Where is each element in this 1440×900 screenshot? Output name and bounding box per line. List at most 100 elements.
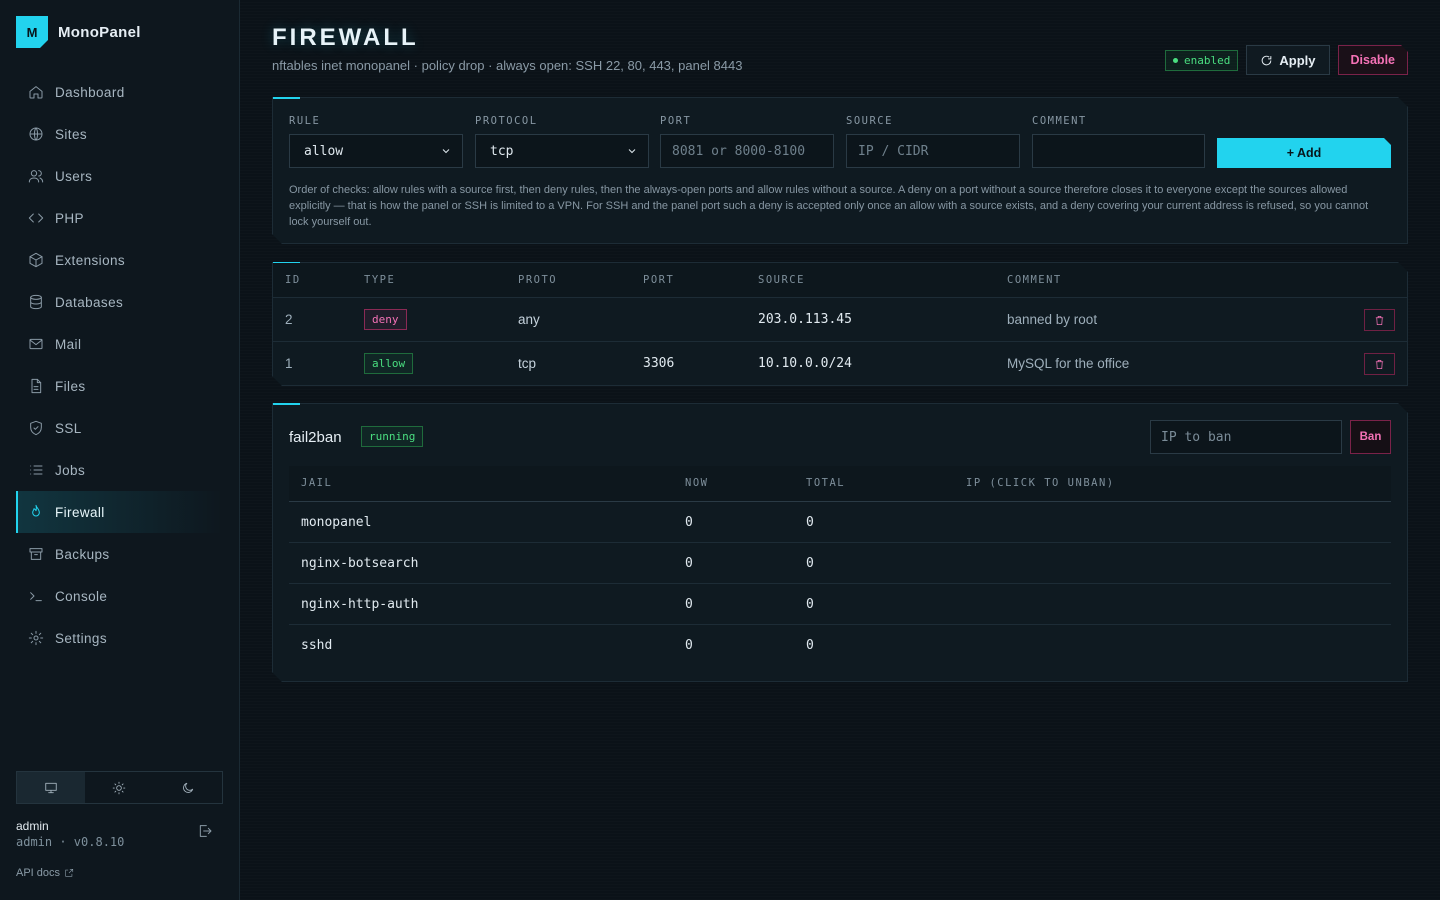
sidebar-item-label: Firewall	[55, 504, 105, 520]
home-icon	[27, 83, 45, 101]
jail-row: sshd 0 0	[289, 625, 1391, 666]
source-label: SOURCE	[846, 115, 893, 127]
theme-dark-button[interactable]	[154, 772, 222, 803]
api-docs-label: API docs	[16, 867, 61, 879]
sidebar-item-settings[interactable]: Settings	[16, 617, 223, 659]
column-header: ID	[285, 274, 301, 286]
column-header: SOURCE	[758, 274, 805, 286]
rule-label: RULE	[289, 115, 321, 127]
theme-system-button[interactable]	[17, 772, 86, 803]
sidebar-item-ssl[interactable]: SSL	[16, 407, 223, 449]
column-header: TOTAL	[806, 477, 846, 489]
add-rule-panel: RULE allow PROTOCOL tcp PORT SOURCE COMM…	[272, 97, 1408, 244]
sidebar-item-firewall[interactable]: Firewall	[16, 491, 223, 533]
source-input[interactable]	[858, 144, 1009, 159]
rule-comment: banned by root	[1007, 312, 1098, 327]
sidebar-item-databases[interactable]: Databases	[16, 281, 223, 323]
list-icon	[27, 461, 45, 479]
firewall-status-badge: enabled	[1165, 49, 1239, 71]
sidebar-nav: Dashboard Sites Users PHP Extensions Dat…	[16, 71, 223, 659]
jail-total: 0	[806, 515, 814, 530]
jail-total: 0	[806, 597, 814, 612]
brand[interactable]: M MonoPanel	[16, 16, 141, 48]
port-label: PORT	[660, 115, 692, 127]
column-header: NOW	[685, 477, 709, 489]
sidebar-item-jobs[interactable]: Jobs	[16, 449, 223, 491]
jail-row: monopanel 0 0	[289, 502, 1391, 543]
api-docs-link[interactable]: API docs	[16, 867, 74, 879]
brand-name: MonoPanel	[58, 23, 141, 41]
logout-button[interactable]	[197, 823, 215, 841]
apply-label: Apply	[1279, 52, 1316, 68]
comment-field: COMMENT	[1032, 115, 1205, 168]
terminal-icon	[27, 587, 45, 605]
delete-rule-button[interactable]	[1364, 309, 1395, 331]
brand-logo: M	[16, 16, 48, 48]
port-input[interactable]	[672, 144, 823, 159]
sidebar-item-mail[interactable]: Mail	[16, 323, 223, 365]
ban-ip-input[interactable]	[1161, 430, 1331, 445]
sidebar-item-label: Databases	[55, 294, 124, 310]
sidebar-item-label: Backups	[55, 546, 110, 562]
apply-button[interactable]: Apply	[1246, 45, 1330, 75]
sidebar-item-label: Settings	[55, 630, 107, 646]
jail-now: 0	[685, 597, 693, 612]
port-input-box	[660, 134, 834, 168]
jail-now: 0	[685, 556, 693, 571]
rule-port: 3306	[643, 356, 675, 371]
sidebar-item-label: Mail	[55, 336, 82, 352]
comment-input-box	[1032, 134, 1205, 168]
jail-name: nginx-http-auth	[301, 597, 419, 612]
disable-button[interactable]: Disable	[1338, 45, 1408, 75]
rule-source: 10.10.0.0/24	[758, 356, 852, 371]
sidebar-item-label: Jobs	[55, 462, 86, 478]
rule-field: RULE allow	[289, 115, 463, 168]
rules-table-header: ID TYPE PROTO PORT SOURCE COMMENT	[273, 263, 1407, 298]
sidebar-item-files[interactable]: Files	[16, 365, 223, 407]
theme-light-button[interactable]	[85, 772, 153, 803]
sidebar-item-label: Console	[55, 588, 108, 604]
source-input-box	[846, 134, 1020, 168]
flame-icon	[27, 503, 45, 521]
rule-select-value: allow	[304, 143, 344, 159]
logout-icon	[199, 825, 212, 837]
rule-proto: tcp	[518, 356, 537, 371]
column-header: JAIL	[301, 477, 333, 489]
protocol-select[interactable]: tcp	[475, 134, 649, 168]
fail2ban-title: fail2ban	[289, 429, 342, 446]
add-rule-button[interactable]: + Add	[1217, 138, 1391, 168]
sidebar-item-label: PHP	[55, 210, 84, 226]
ban-button[interactable]: Ban	[1350, 420, 1391, 454]
sidebar: M MonoPanel Dashboard Sites Users PHP Ex…	[0, 0, 240, 900]
delete-rule-button[interactable]	[1364, 353, 1395, 375]
jail-total: 0	[806, 638, 814, 653]
globe-icon	[27, 125, 45, 143]
ban-ip-box	[1150, 420, 1342, 454]
users-icon	[27, 167, 45, 185]
rule-select[interactable]: allow	[289, 134, 463, 168]
jail-name: monopanel	[301, 515, 372, 530]
comment-input[interactable]	[1044, 144, 1194, 159]
jail-row: nginx-botsearch 0 0	[289, 543, 1391, 584]
sidebar-item-backups[interactable]: Backups	[16, 533, 223, 575]
sidebar-item-users[interactable]: Users	[16, 155, 223, 197]
jail-name: sshd	[301, 638, 333, 653]
rule-source: 203.0.113.45	[758, 312, 852, 327]
rule-proto: any	[518, 312, 540, 327]
mail-icon	[27, 335, 45, 353]
sidebar-item-console[interactable]: Console	[16, 575, 223, 617]
sidebar-item-sites[interactable]: Sites	[16, 113, 223, 155]
sidebar-item-php[interactable]: PHP	[16, 197, 223, 239]
comment-label: COMMENT	[1032, 115, 1087, 127]
status-text: enabled	[1184, 53, 1231, 67]
package-icon	[27, 251, 45, 269]
page-title: FIREWALL	[272, 24, 419, 51]
external-link-icon	[65, 868, 74, 877]
refresh-icon	[1262, 55, 1272, 65]
theme-switcher	[16, 771, 223, 804]
gear-icon	[27, 629, 45, 647]
protocol-select-value: tcp	[490, 143, 514, 159]
column-header: IP (CLICK TO UNBAN)	[966, 477, 1115, 489]
sidebar-item-extensions[interactable]: Extensions	[16, 239, 223, 281]
sidebar-item-dashboard[interactable]: Dashboard	[16, 71, 223, 113]
